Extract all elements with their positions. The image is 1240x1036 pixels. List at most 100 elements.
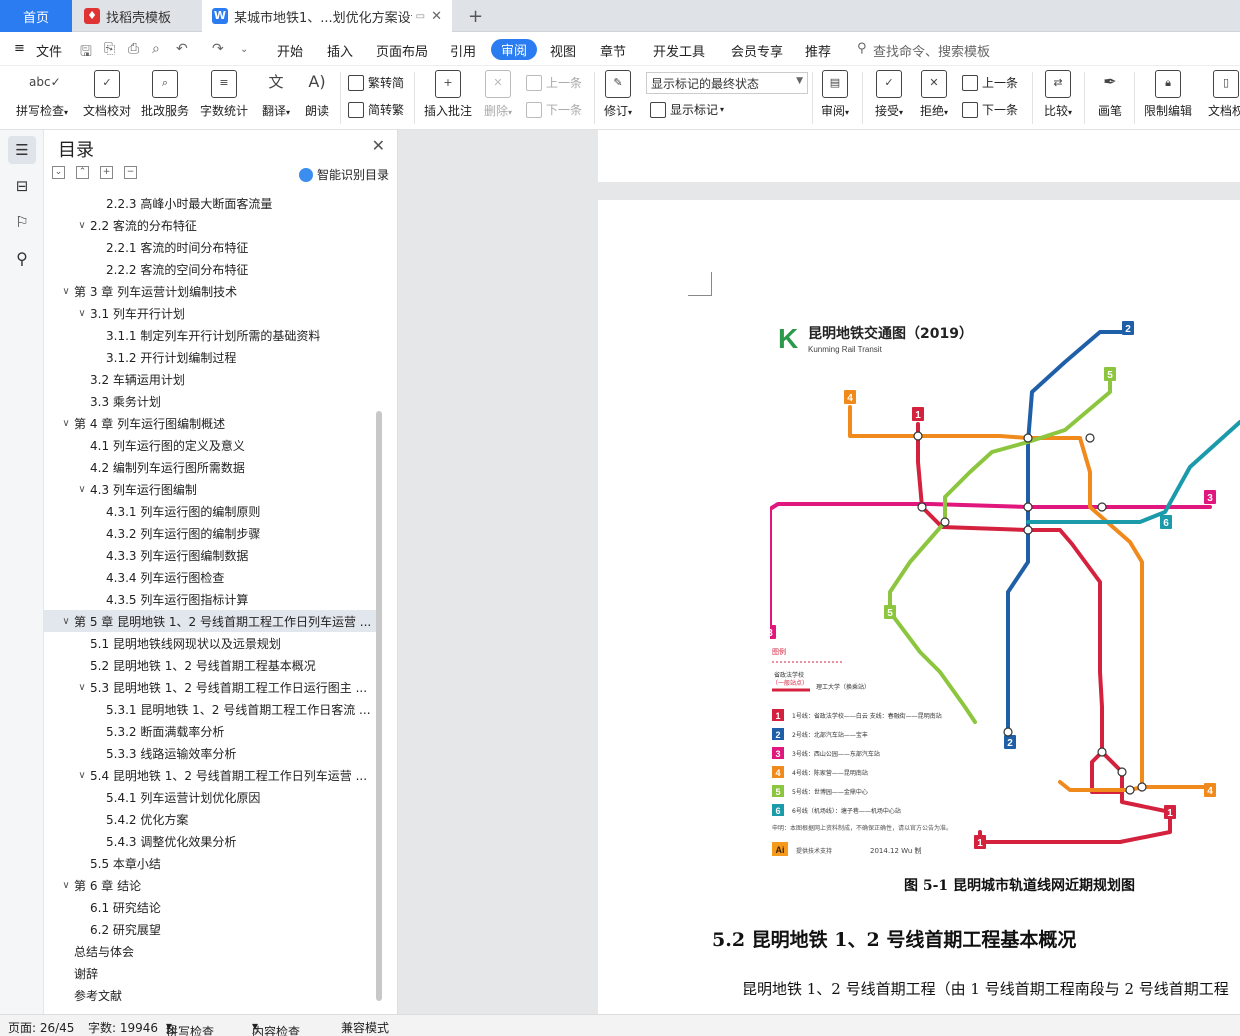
toc-item[interactable]: 3.1.2 开行计划编制过程 [44, 346, 376, 368]
tab-template[interactable]: ♦ 找稻壳模板 [74, 0, 200, 32]
save-icon[interactable]: 🖫 [80, 41, 92, 65]
menu-recommend[interactable]: 推荐 [805, 41, 831, 60]
toc-item[interactable]: 4.3.5 列车运行图指标计算 [44, 588, 376, 610]
toc-item[interactable]: 6.2 研究展望 [44, 918, 376, 940]
toc-item[interactable]: 5.4.1 列车运营计划优化原因 [44, 786, 376, 808]
toc-item[interactable]: 2.2.2 客流的空间分布特征 [44, 258, 376, 280]
toc-item[interactable]: ∨ 5.3 昆明地铁 1、2 号线首期工程工作日运行图主 ... [44, 676, 376, 698]
chevron-down-icon[interactable]: ∨ [74, 682, 90, 693]
toc-item[interactable]: 5.5 本章小结 [44, 852, 376, 874]
toc-item[interactable]: 2.2.3 高峰小时最大断面客流量 [44, 192, 376, 214]
toc-panel-button[interactable]: ☰ [8, 136, 36, 164]
collapse-all-icon[interactable]: ⌃ [76, 166, 89, 179]
toc-item[interactable]: 5.3.3 线路运输效率分析 [44, 742, 376, 764]
menu-view[interactable]: 视图 [550, 41, 576, 60]
menu-member[interactable]: 会员专享 [731, 41, 783, 60]
prev-comment-button[interactable]: 上一条 [526, 74, 582, 91]
menu-review[interactable]: 审阅 [491, 39, 538, 60]
chevron-down-icon[interactable]: ∨ [58, 880, 74, 891]
prev-change-button[interactable]: 上一条 [962, 74, 1018, 91]
revise-service-button[interactable]: ⌕ 批改服务 [140, 70, 190, 119]
menu-reference[interactable]: 引用 [450, 41, 476, 60]
expand-all-icon[interactable]: ⌄ [52, 166, 65, 179]
toc-item[interactable]: 5.1 昆明地铁线网现状以及远景规划 [44, 632, 376, 654]
simp-to-trad-button[interactable]: 简转繁 [348, 101, 404, 118]
toc-item[interactable]: 6.1 研究结论 [44, 896, 376, 918]
track-changes-button[interactable]: ✎ 修订▾ [600, 70, 636, 119]
chevron-down-icon[interactable]: ∨ [58, 616, 74, 627]
redo-icon[interactable]: ↷ [212, 41, 224, 57]
close-icon[interactable]: ✕ [372, 136, 385, 155]
reject-button[interactable]: ✕ 拒绝▾ [916, 70, 952, 119]
toc-item[interactable]: ∨ 第 5 章 昆明地铁 1、2 号线首期工程工作日列车运营 ... [44, 610, 376, 632]
toc-item[interactable]: ∨ 5.4 昆明地铁 1、2 号线首期工程工作日列车运营 ... [44, 764, 376, 786]
page-indicator[interactable]: 页面: 26/45 [8, 1019, 74, 1036]
chevron-down-icon[interactable]: ∨ [74, 770, 90, 781]
insert-comment-button[interactable]: + 插入批注 [422, 70, 474, 119]
word-count[interactable]: 字数: 19946 [88, 1019, 158, 1036]
chevron-down-icon[interactable]: ∨ [58, 418, 74, 429]
remove-heading-icon[interactable]: − [124, 166, 137, 179]
next-change-button[interactable]: 下一条 [962, 101, 1018, 118]
chevron-down-icon[interactable]: ∨ [58, 286, 74, 297]
undo-icon[interactable]: ↶ [176, 41, 188, 57]
toc-item[interactable]: 4.3.1 列车运行图的编制原则 [44, 500, 376, 522]
export-pdf-icon[interactable]: ⎘ [104, 41, 115, 57]
read-aloud-button[interactable]: A) 朗读 [302, 70, 332, 119]
review-pane-button[interactable]: ▤ 审阅▾ [817, 70, 853, 119]
toc-item[interactable]: 参考文献 [44, 984, 376, 1006]
restrict-edit-button[interactable]: 🔒︎ 限制编辑 [1142, 70, 1194, 119]
spell-check-status[interactable]: ☒ 拼写检查 ▾ [166, 1019, 214, 1036]
spell-check-button[interactable]: abc✓ 拼写检查▾ [12, 70, 72, 119]
toc-item[interactable]: ∨ 4.3 列车运行图编制 [44, 478, 376, 500]
markup-state-select[interactable]: 显示标记的最终状态 ▼ [646, 72, 808, 94]
toc-item[interactable]: 4.1 列车运行图的定义及意义 [44, 434, 376, 456]
toc-item[interactable]: 5.2 昆明地铁 1、2 号线首期工程基本概况 [44, 654, 376, 676]
toc-item[interactable]: 5.4.2 优化方案 [44, 808, 376, 830]
more-chevron-icon[interactable]: ⌄ [240, 44, 248, 55]
toc-item[interactable]: ∨ 2.2 客流的分布特征 [44, 214, 376, 236]
toc-item[interactable]: ∨ 第 3 章 列车运营计划编制技术 [44, 280, 376, 302]
menu-insert[interactable]: 插入 [327, 41, 353, 60]
toc-item[interactable]: 5.4.3 调整优化效果分析 [44, 830, 376, 852]
doc-permission-button[interactable]: ▯ 文档权 [1200, 70, 1240, 119]
toc-item[interactable]: ∨ 第 4 章 列车运行图编制概述 [44, 412, 376, 434]
toc-item[interactable]: 4.2 编制列车运行图所需数据 [44, 456, 376, 478]
ink-button[interactable]: ✒ 画笔 [1092, 70, 1128, 119]
delete-comment-button[interactable]: ✕ 删除▾ [480, 70, 516, 119]
chapter-panel-button[interactable]: ⊟ [8, 172, 36, 200]
tab-document[interactable]: W 某城市地铁1、...划优化方案设计 ▭ ✕ [202, 0, 452, 32]
content-check-status[interactable]: ⌕ 内容检查 ▾ [252, 1019, 300, 1036]
menu-start[interactable]: 开始 [277, 41, 303, 60]
toc-item[interactable]: 谢辞 [44, 962, 376, 984]
toc-item[interactable]: 4.3.2 列车运行图的编制步骤 [44, 522, 376, 544]
toc-item[interactable]: 5.3.2 断面满载率分析 [44, 720, 376, 742]
command-search-input[interactable]: 查找命令、搜索模板 [873, 41, 990, 60]
search-icon[interactable]: ⚲ [857, 41, 867, 56]
chevron-down-icon[interactable]: ∨ [74, 220, 90, 231]
toc-item[interactable]: 5.3.1 昆明地铁 1、2 号线首期工程工作日客流 ... [44, 698, 376, 720]
print-icon[interactable]: ⎙ [128, 41, 139, 57]
toc-item[interactable]: ∨ 第 6 章 结论 [44, 874, 376, 896]
toc-item[interactable]: 总结与体会 [44, 940, 376, 962]
smart-toc-button[interactable]: 智能识别目录 [298, 166, 389, 183]
accept-button[interactable]: ✓ 接受▾ [870, 70, 908, 119]
add-heading-icon[interactable]: + [100, 166, 113, 179]
toc-item[interactable]: 4.3.3 列车运行图编制数据 [44, 544, 376, 566]
chevron-down-icon[interactable]: ∨ [74, 484, 90, 495]
toc-item[interactable]: ∨ 3.1 列车开行计划 [44, 302, 376, 324]
menu-layout[interactable]: 页面布局 [376, 41, 428, 60]
toc-item[interactable]: 3.3 乘务计划 [44, 390, 376, 412]
toc-item[interactable]: 2.2.1 客流的时间分布特征 [44, 236, 376, 258]
find-panel-button[interactable]: ⚲ [8, 244, 36, 272]
doc-check-button[interactable]: ✓ 文档校对 [82, 70, 132, 119]
hamburger-icon[interactable]: ≡ [14, 41, 25, 56]
toc-item[interactable]: 4.3.4 列车运行图检查 [44, 566, 376, 588]
compare-button[interactable]: ⇄ 比较▾ [1040, 70, 1076, 119]
word-count-button[interactable]: ≡ 字数统计 [199, 70, 249, 119]
trad-to-simp-button[interactable]: 繁转简 [348, 74, 404, 91]
toc-item[interactable]: 3.1.1 制定列车开行计划所需的基础资料 [44, 324, 376, 346]
toc-scrollbar[interactable] [376, 411, 382, 1001]
chevron-down-icon[interactable]: ∨ [74, 308, 90, 319]
tab-home[interactable]: 首页 [0, 0, 72, 32]
